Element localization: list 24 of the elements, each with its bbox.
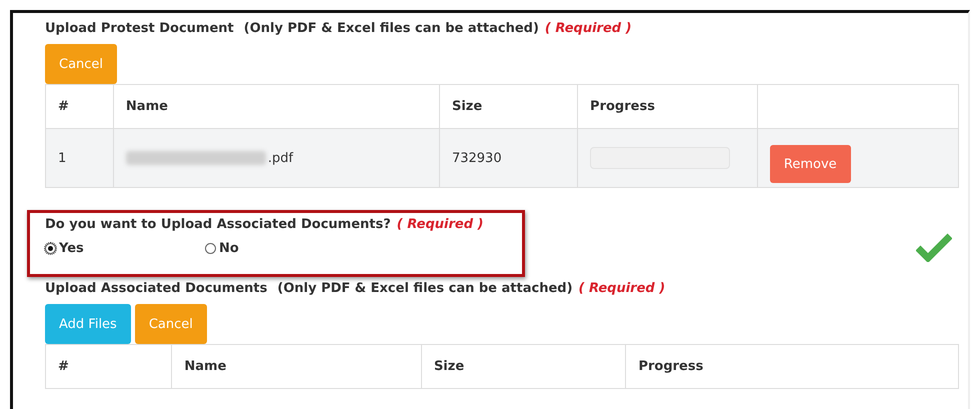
add-files-button[interactable]: Add Files [45,304,131,344]
remove-button[interactable]: Remove [770,145,851,183]
section-title: Upload Associated Documents [45,281,268,296]
required-label: ( Required ) [544,21,632,36]
required-label: ( Required ) [578,281,666,296]
file-type-note: (Only PDF & Excel files can be attached) [277,281,573,296]
file-type-note: (Only PDF & Excel files can be attached) [244,21,539,36]
section-title: Upload Protest Document [45,21,234,36]
column-header: Progress [578,84,758,128]
cancel-button[interactable]: Cancel [134,304,207,344]
column-header: Progress [626,344,958,388]
table-cell: 732930 [439,128,578,188]
radio-option[interactable]: Yes [45,238,205,258]
column-header: Name [172,344,422,388]
column-header: Name [113,84,440,128]
question-text: Do you want to Upload Associated Documents? [45,217,391,232]
column-header: # [46,84,114,128]
required-label: ( Required ) [396,217,484,232]
column-header: # [46,344,172,388]
radio-option[interactable]: No [205,238,365,258]
column-header: Size [421,344,626,388]
table-cell: 1 [46,128,114,188]
cancel-button[interactable]: Cancel [45,44,118,84]
table-cell: .pdf [113,128,440,188]
